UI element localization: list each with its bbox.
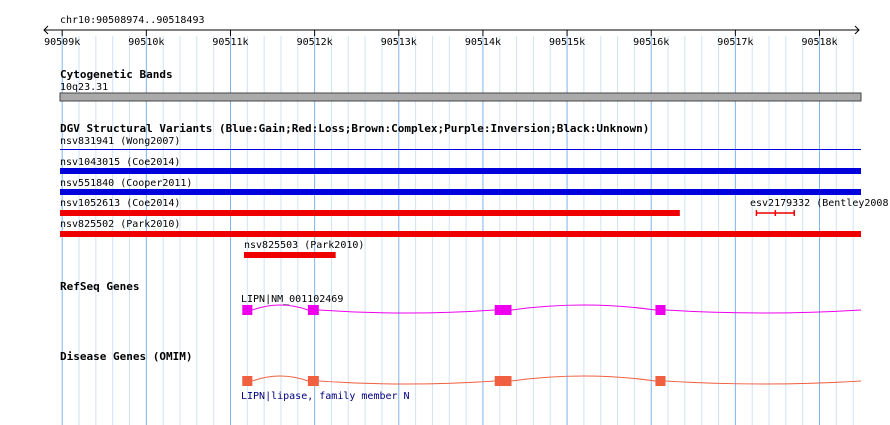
dgv-variant-bar[interactable] [60,210,680,216]
location-label: chr10:90508974..90518493 [60,15,205,26]
genome-browser-canvas: chr10:90508974..90518493 90509k 90510k 905… [43,15,890,425]
ruler-tick-label: 90511k [212,37,248,48]
dgv-track-title: DGV Structural Variants (Blue:Gain;Red:L… [60,122,649,135]
refseq-exon[interactable] [307,305,319,315]
omim-gene-model[interactable] [242,375,862,386]
ruler-tick-label: 90517k [717,37,753,48]
ruler-tick-label: 90514k [465,37,501,48]
omim-exon[interactable] [655,376,666,386]
dgv-variant-label: esv2179332 (Bentley2008) [750,198,890,209]
refseq-intron-line [252,304,862,314]
genome-browser[interactable]: chr10:90508974..90518493 90509k 90510k 905… [0,0,890,425]
dgv-variant-bar[interactable] [60,149,861,150]
dgv-variant-label: nsv831941 (Wong2007) [60,136,180,147]
omim-track-title: Disease Genes (OMIM) [60,350,192,363]
cytoband-bar[interactable] [59,92,862,102]
omim-exon[interactable] [494,376,512,386]
ruler-tick-label: 90515k [549,37,585,48]
dgv-variant-label: nsv825502 (Park2010) [60,219,180,230]
dgv-variant-label: nsv551840 (Cooper2011) [60,178,192,189]
refseq-track-title: RefSeq Genes [60,280,139,293]
ruler-tick-label: 90510k [128,37,164,48]
dgv-variant[interactable]: nsv1052613 (Coe2014) [60,198,680,216]
refseq-exon[interactable] [242,305,253,315]
dgv-variant[interactable]: nsv825502 (Park2010) [60,219,861,237]
ruler-ticks: 90509k 90510k 90511k 90512k 90513k 90514k 9051… [44,30,838,48]
ruler[interactable]: chr10:90508974..90518493 90509k 90510k 905… [43,15,860,48]
dgv-variant-bar[interactable] [243,252,336,258]
refseq-gene-label: LIPN|NM_001102469 [241,294,343,305]
ruler-tick-label: 90512k [297,37,333,48]
ruler-tick-label: 90513k [381,37,417,48]
refseq-gene-model[interactable] [242,304,862,315]
dgv-track[interactable]: DGV Structural Variants (Blue:Gain;Red:L… [60,122,890,258]
omim-gene-label: LIPN|lipase, family member N [241,391,410,402]
ruler-tick-label: 90509k [44,37,80,48]
refseq-exon[interactable] [655,305,666,315]
omim-intron-line [252,375,862,385]
refseq-exon[interactable] [494,305,512,315]
dgv-variant[interactable]: nsv1043015 (Coe2014) [60,157,861,174]
dgv-features[interactable]: nsv831941 (Wong2007) nsv1043015 (Coe2014)… [60,136,890,258]
dgv-variant-label: nsv1052613 (Coe2014) [60,198,180,209]
dgv-variant-bar[interactable] [60,231,861,237]
dgv-variant[interactable]: nsv551840 (Cooper2011) [60,178,861,195]
dgv-variant-bar[interactable] [60,168,861,174]
cytoband-label: 10q23.31 [60,82,108,93]
dgv-variant-label: nsv1043015 (Coe2014) [60,157,180,168]
ruler-tick-label: 90518k [801,37,837,48]
dgv-variant[interactable]: nsv825503 (Park2010) [243,240,364,258]
ruler-tick-label: 90516k [633,37,669,48]
dgv-variant-bar[interactable] [60,189,861,195]
omim-exon[interactable] [307,376,319,386]
omim-exon[interactable] [242,376,253,386]
cytoband-track-title: Cytogenetic Bands [60,68,173,81]
dgv-variant-label: nsv825503 (Park2010) [244,240,364,251]
